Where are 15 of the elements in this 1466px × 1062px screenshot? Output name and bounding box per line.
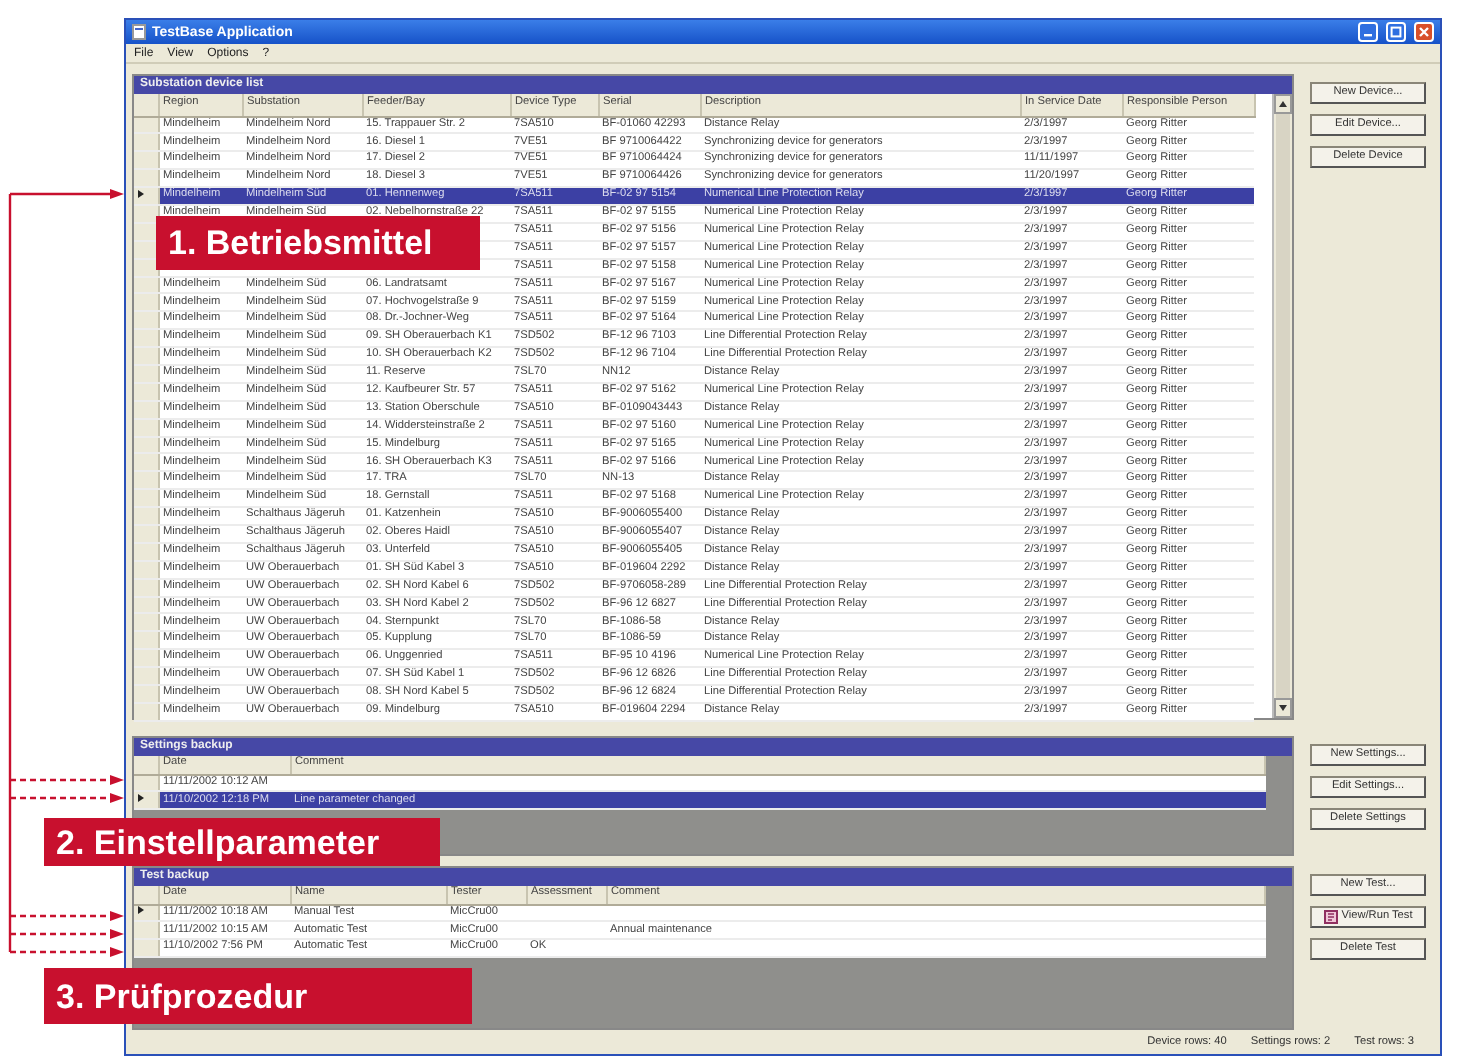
scroll-down-button[interactable]	[1274, 698, 1292, 718]
test-icon	[1323, 910, 1338, 924]
maximize-button[interactable]	[1386, 22, 1406, 43]
app-icon	[132, 24, 146, 41]
callout-label: 2. Einstellparameter	[44, 818, 440, 866]
maximize-icon	[1390, 26, 1402, 39]
close-button[interactable]	[1414, 22, 1434, 43]
callout-label: 3. Prüfprozedur	[44, 968, 472, 1024]
up-arrow-icon	[1278, 100, 1288, 108]
scroll-up-button[interactable]	[1274, 94, 1292, 114]
callout-label: 1. Betriebsmittel	[156, 216, 480, 270]
scrollbar[interactable]	[1272, 94, 1292, 718]
down-arrow-icon	[1278, 704, 1288, 712]
close-icon	[1418, 26, 1430, 39]
minimize-button[interactable]	[1358, 22, 1378, 43]
